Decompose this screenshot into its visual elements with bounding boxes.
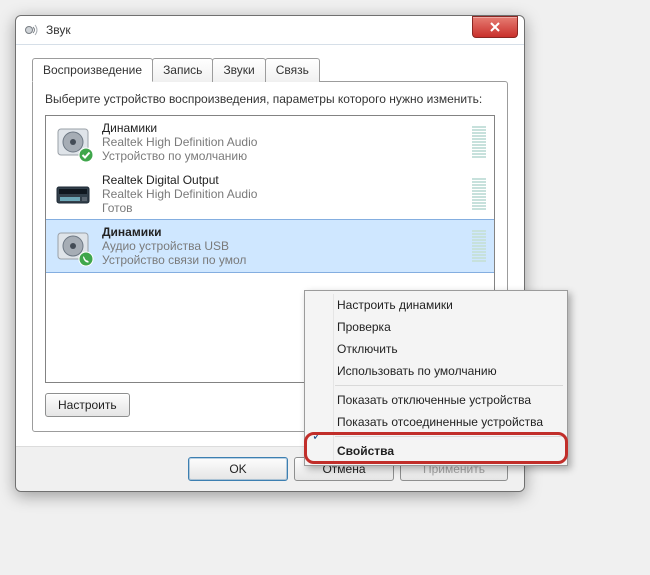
tab-recording[interactable]: Запись — [152, 58, 213, 82]
device-row[interactable]: Динамики Realtek High Definition Audio У… — [46, 116, 494, 168]
level-meter — [472, 178, 486, 211]
tab-playback[interactable]: Воспроизведение — [32, 58, 153, 82]
phone-badge — [78, 251, 94, 267]
title-bar[interactable]: Звук — [16, 16, 524, 45]
close-button[interactable] — [472, 16, 518, 38]
device-title: Динамики — [102, 225, 466, 239]
device-row[interactable]: Realtek Digital Output Realtek High Defi… — [46, 168, 494, 220]
menu-properties[interactable]: Свойства — [307, 440, 565, 462]
prompt-text: Выберите устройство воспроизведения, пар… — [45, 92, 495, 107]
menu-show-disabled[interactable]: Показать отключенные устройства — [307, 389, 565, 411]
checkmark-badge — [78, 147, 94, 163]
device-status: Устройство по умолчанию — [102, 149, 466, 163]
context-menu[interactable]: Настроить динамики Проверка Отключить Ис… — [304, 290, 568, 466]
tab-strip: Воспроизведение Запись Звуки Связь — [32, 57, 508, 81]
configure-button[interactable]: Настроить — [45, 393, 130, 417]
menu-disable[interactable]: Отключить — [307, 338, 565, 360]
device-subtitle: Аудио устройства USB — [102, 239, 466, 253]
menu-separator — [335, 436, 563, 437]
speaker-icon — [54, 123, 92, 161]
device-text: Realtek Digital Output Realtek High Defi… — [102, 173, 466, 215]
device-text: Динамики Аудио устройства USB Устройство… — [102, 225, 466, 267]
tab-communications[interactable]: Связь — [265, 58, 320, 82]
menu-separator — [335, 385, 563, 386]
speaker-icon — [54, 227, 92, 265]
menu-test[interactable]: Проверка — [307, 316, 565, 338]
device-text: Динамики Realtek High Definition Audio У… — [102, 121, 466, 163]
ok-button[interactable]: OK — [188, 457, 288, 481]
device-status: Готов — [102, 201, 466, 215]
menu-configure-speakers[interactable]: Настроить динамики — [307, 294, 565, 316]
menu-show-disconnected[interactable]: Показать отсоединенные устройства — [307, 411, 565, 433]
device-row-selected[interactable]: Динамики Аудио устройства USB Устройство… — [45, 219, 495, 273]
level-meter — [472, 126, 486, 159]
tab-sounds[interactable]: Звуки — [212, 58, 265, 82]
menu-set-default[interactable]: Использовать по умолчанию — [307, 360, 565, 382]
level-meter — [472, 230, 486, 263]
sound-dialog: Звук Воспроизведение Запись Звуки Связь … — [15, 15, 525, 492]
volume-icon — [24, 22, 40, 38]
window-title: Звук — [46, 23, 71, 37]
digital-output-icon — [54, 175, 92, 213]
device-title: Динамики — [102, 121, 466, 135]
device-subtitle: Realtek High Definition Audio — [102, 187, 466, 201]
device-subtitle: Realtek High Definition Audio — [102, 135, 466, 149]
device-status: Устройство связи по умол — [102, 253, 466, 267]
device-title: Realtek Digital Output — [102, 173, 466, 187]
